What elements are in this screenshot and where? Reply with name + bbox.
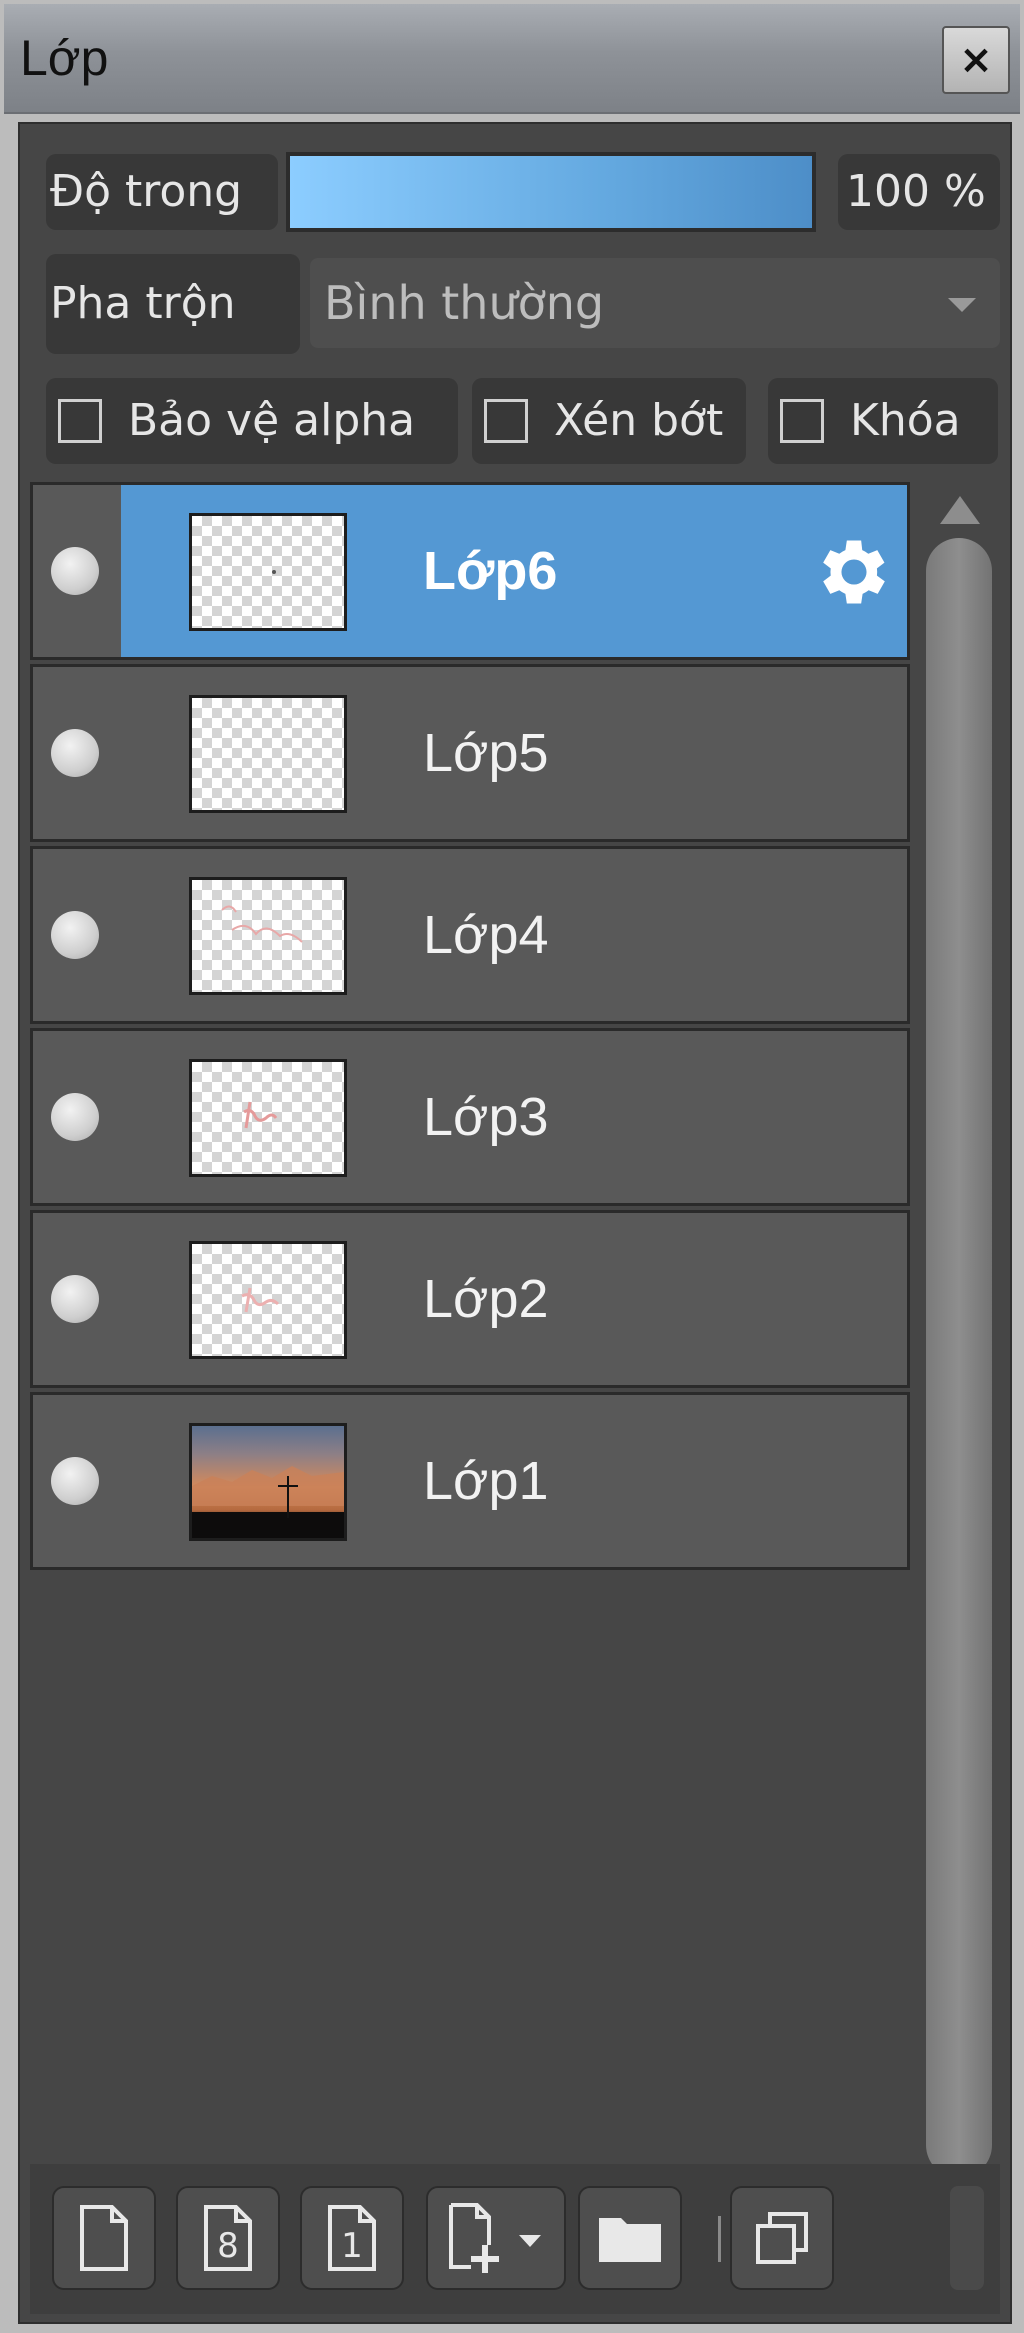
layer-name: Lớp5 [423,723,549,783]
layer-toolbar: 8 1 [30,2164,1000,2314]
new-1bit-layer-button[interactable]: 1 [300,2186,404,2290]
scroll-up-icon[interactable] [940,496,980,524]
new-layer-icon [80,2205,128,2271]
toolbar-grip[interactable] [950,2186,984,2290]
visibility-toggle[interactable] [51,729,99,777]
visibility-toggle[interactable] [51,1093,99,1141]
layer-scrollbar[interactable] [920,482,1000,2282]
layer-row[interactable]: Lớp1 [30,1392,910,1570]
folder-button[interactable] [578,2186,682,2290]
new-8bit-layer-icon: 8 [204,2205,252,2271]
layer-thumbnail [189,695,347,813]
thumbnail-mark [272,570,276,574]
checkbox-box[interactable] [484,399,528,443]
layer-thumbnail [189,513,347,631]
layer-row[interactable]: Lớp3 [30,1028,910,1206]
thumbnail-sketch [243,1101,278,1129]
blend-label: Pha trộn [50,278,236,329]
layer-row[interactable]: Lớp6 [30,482,910,660]
folder-icon [599,2218,661,2262]
thumbnail-photo [192,1466,344,1538]
opacity-slider-fill [290,156,812,228]
layer-name: Lớp1 [423,1451,549,1511]
layer-thumbnail [189,1059,347,1177]
opacity-value: 100 % [846,166,986,217]
blend-mode-select[interactable]: Bình thường [310,258,1000,348]
title-bar[interactable]: Lớp × [4,4,1020,114]
add-layer-menu-button[interactable] [426,2186,566,2290]
visibility-toggle[interactable] [51,1457,99,1505]
new-layer-button[interactable] [52,2186,156,2290]
close-icon: × [959,37,993,83]
chevron-down-icon [948,298,976,312]
opacity-label-chip: Độ trong [46,154,278,230]
add-layer-menu-icon [449,2203,541,2273]
layers-panel: Độ trong 100 % Pha trộn Bình thường Bảo … [18,122,1012,2324]
toolbar-divider [718,2216,721,2262]
checkbox-box[interactable] [780,399,824,443]
visibility-toggle[interactable] [51,911,99,959]
layer-row[interactable]: Lớp5 [30,664,910,842]
new-1bit-layer-icon: 1 [328,2205,376,2271]
checkbox-clip[interactable]: Xén bớt [472,378,746,464]
checkbox-lock[interactable]: Khóa [768,378,998,464]
blend-label-chip: Pha trộn [46,254,300,354]
thumbnail-sketch [241,1287,280,1313]
checkbox-box[interactable] [58,399,102,443]
layer-name: Lớp3 [423,1087,549,1147]
layer-row[interactable]: Lớp4 [30,846,910,1024]
layer-name: Lớp2 [423,1269,549,1329]
thumbnail-sketch [221,905,303,943]
visibility-toggle[interactable] [51,547,99,595]
glyph-1: 1 [341,2226,363,2266]
layer-list: Lớp6 Lớp5 Lớp4 Lớp3 Lớp2 Lớp1 [30,482,910,2292]
blend-mode-value: Bình thường [324,276,605,330]
glyph-8: 8 [217,2226,239,2266]
layer-row[interactable]: Lớp2 [30,1210,910,1388]
checkbox-protect-alpha[interactable]: Bảo vệ alpha [46,378,458,464]
window-title: Lớp [20,30,109,86]
duplicate-layer-icon [756,2212,808,2264]
layer-name: Lớp6 [423,541,558,601]
close-button[interactable]: × [942,26,1010,94]
opacity-label: Độ trong [50,166,243,217]
duplicate-layer-button[interactable] [730,2186,834,2290]
new-8bit-layer-button[interactable]: 8 [176,2186,280,2290]
layers-window: Lớp × Độ trong 100 % Pha trộn Bình thườn… [0,0,1024,2333]
checkbox-label: Khóa [850,395,961,446]
layer-thumbnail [189,1241,347,1359]
checkbox-label: Xén bớt [554,395,724,446]
checkbox-label: Bảo vệ alpha [128,395,416,446]
layer-thumbnail [189,1423,347,1541]
opacity-slider[interactable] [286,152,816,232]
opacity-value-chip[interactable]: 100 % [838,154,1000,230]
visibility-toggle[interactable] [51,1275,99,1323]
scroll-thumb[interactable] [926,538,992,2178]
layer-name: Lớp4 [423,905,549,965]
layer-thumbnail [189,877,347,995]
gear-icon[interactable] [811,529,897,615]
